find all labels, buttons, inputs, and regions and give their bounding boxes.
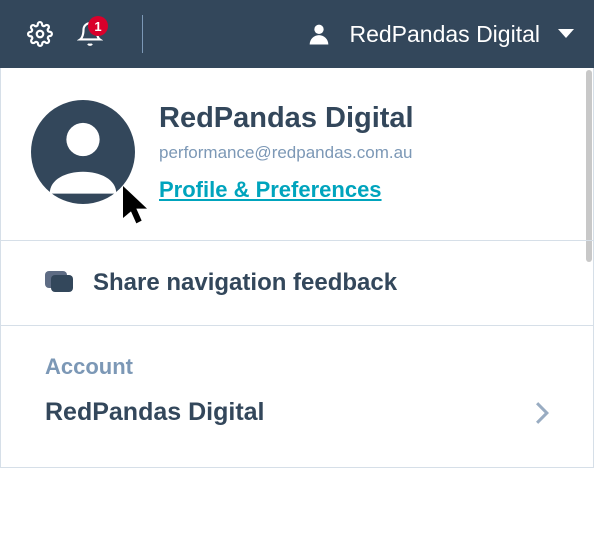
divider — [142, 15, 143, 53]
cursor-icon — [121, 186, 157, 226]
profile-email: performance@redpandas.com.au — [159, 143, 414, 163]
chevron-right-icon — [535, 402, 549, 424]
account-section: Account RedPandas Digital — [1, 326, 593, 467]
share-feedback-item[interactable]: Share navigation feedback — [1, 241, 593, 326]
profile-avatar — [31, 100, 135, 204]
caret-down-icon — [558, 29, 574, 39]
gear-icon — [27, 21, 53, 47]
profile-preferences-link[interactable]: Profile & Preferences — [159, 177, 414, 203]
account-item-name: RedPandas Digital — [45, 398, 265, 427]
account-menu-toggle[interactable]: RedPandas Digital — [167, 20, 574, 48]
notifications-button[interactable]: 1 — [70, 14, 110, 54]
avatar-icon — [305, 20, 333, 48]
account-dropdown: RedPandas Digital performance@redpandas.… — [0, 68, 594, 468]
account-name-label: RedPandas Digital — [349, 21, 540, 48]
notification-badge: 1 — [88, 16, 108, 36]
profile-section: RedPandas Digital performance@redpandas.… — [1, 68, 593, 241]
share-feedback-label: Share navigation feedback — [93, 269, 397, 297]
chat-icon — [45, 271, 73, 295]
account-heading: Account — [45, 354, 549, 380]
settings-button[interactable] — [20, 14, 60, 54]
topbar: 1 RedPandas Digital — [0, 0, 594, 68]
account-item[interactable]: RedPandas Digital — [45, 398, 549, 427]
profile-name: RedPandas Digital — [159, 102, 414, 135]
profile-info: RedPandas Digital performance@redpandas.… — [159, 100, 414, 204]
